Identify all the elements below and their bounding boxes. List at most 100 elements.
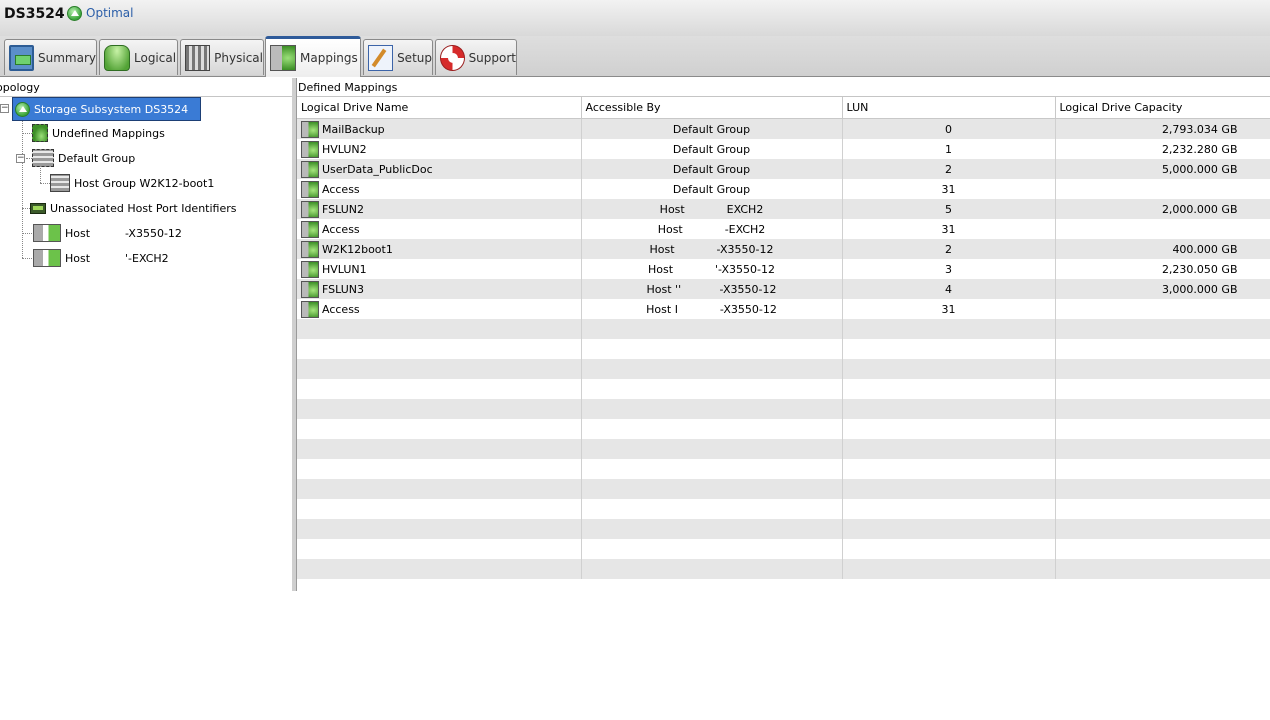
tab-support[interactable]: Support <box>435 39 517 75</box>
empty-cell <box>297 359 582 379</box>
empty-cell <box>297 539 582 559</box>
empty-cell <box>581 399 843 419</box>
empty-cell <box>1055 539 1270 559</box>
cell-lun: 2 <box>842 239 1056 259</box>
collapse-subsystem-toggle[interactable]: − <box>0 104 9 113</box>
cell-accessible-by: Host EXCH2 <box>581 199 843 219</box>
mappings-table-body: MailBackup Default Group 0 2,793.034 GB HVLU… <box>297 118 1270 579</box>
cell-lun: 31 <box>842 299 1056 319</box>
table-row[interactable]: UserData_PublicDoc Default Group 2 5,000.00… <box>297 159 1270 179</box>
tab-setup[interactable]: Setup <box>363 39 433 75</box>
empty-cell <box>842 339 1056 359</box>
drive-name: Access <box>322 222 360 236</box>
table-row[interactable]: Access Default Group 31 <box>297 179 1270 199</box>
tab-logical[interactable]: Logical <box>99 39 178 75</box>
cell-capacity: 5,000.000 GB <box>1055 159 1270 179</box>
cell-drive-name: Access <box>297 219 582 239</box>
table-row[interactable]: Access Host -EXCH2 31 <box>297 219 1270 239</box>
empty-cell <box>297 339 582 359</box>
empty-cell <box>297 559 582 579</box>
host-group-icon <box>50 174 70 192</box>
drive-name: UserData_PublicDoc <box>322 162 433 176</box>
empty-table-row <box>297 319 1270 339</box>
empty-cell <box>297 459 582 479</box>
tree-connector <box>22 258 32 259</box>
table-row[interactable]: FSLUN3 Host '' -X3550-12 4 3,000.000 GB <box>297 279 1270 299</box>
storage-subsystem-icon <box>15 101 30 117</box>
tree-item-unassociated-ports[interactable]: Unassociated Host Port Identifiers <box>30 199 237 217</box>
empty-cell <box>842 559 1056 579</box>
cell-accessible-by: Host -X3550-12 <box>581 239 843 259</box>
tree-item-undefined-mappings[interactable]: Undefined Mappings <box>32 124 165 142</box>
cell-capacity <box>1055 219 1270 239</box>
empty-table-row <box>297 379 1270 399</box>
tree-item-label: Undefined Mappings <box>52 126 165 140</box>
status-indicator[interactable]: Optimal <box>67 5 133 21</box>
empty-cell <box>842 459 1056 479</box>
cell-lun: 5 <box>842 199 1056 219</box>
collapse-default-group-toggle[interactable]: − <box>16 154 25 163</box>
tree-item-label: Default Group <box>58 151 136 165</box>
cell-accessible-by: Host '' -X3550-12 <box>581 279 843 299</box>
tree-item-host-exch2[interactable]: Host '-EXCH2 <box>33 249 169 267</box>
table-row[interactable]: MailBackup Default Group 0 2,793.034 GB <box>297 118 1270 139</box>
tab-summary[interactable]: Summary <box>4 39 97 75</box>
tab-physical[interactable]: Physical <box>180 39 264 75</box>
tree-item-host-x3550[interactable]: Host -X3550-12 <box>33 224 182 242</box>
cell-drive-name: W2K12boot1 <box>297 239 582 259</box>
drive-name: MailBackup <box>322 122 385 136</box>
cell-drive-name: UserData_PublicDoc <box>297 159 582 179</box>
cell-lun: 31 <box>842 179 1056 199</box>
tree-connector <box>22 133 32 134</box>
logical-drive-icon <box>301 180 319 198</box>
status-label[interactable]: Optimal <box>86 6 133 20</box>
empty-cell <box>1055 519 1270 539</box>
empty-cell <box>297 479 582 499</box>
cell-lun: 4 <box>842 279 1056 299</box>
host-icon <box>33 224 61 242</box>
empty-cell <box>1055 319 1270 339</box>
empty-table-row <box>297 479 1270 499</box>
empty-cell <box>297 319 582 339</box>
tree-item-label: Unassociated Host Port Identifiers <box>50 201 237 215</box>
summary-icon <box>9 44 34 71</box>
mappings-table-container: Logical Drive Name Accessible By LUN Log… <box>297 96 1270 592</box>
empty-cell <box>297 379 582 399</box>
empty-cell <box>842 499 1056 519</box>
table-row[interactable]: W2K12boot1 Host -X3550-12 2 400.000 GB <box>297 239 1270 259</box>
column-header-capacity[interactable]: Logical Drive Capacity <box>1055 97 1270 119</box>
empty-cell <box>1055 339 1270 359</box>
empty-cell <box>581 339 843 359</box>
tree-item-label: Host -X3550-12 <box>65 226 182 240</box>
cell-accessible-by: Default Group <box>581 139 843 159</box>
empty-cell <box>1055 499 1270 519</box>
drive-name: HVLUN1 <box>322 262 367 276</box>
optimal-status-icon <box>67 5 82 21</box>
table-row[interactable]: HVLUN1 Host '-X3550-12 3 2,230.050 GB <box>297 259 1270 279</box>
tab-mappings[interactable]: Mappings <box>265 36 361 77</box>
empty-cell <box>842 439 1056 459</box>
empty-table-row <box>297 339 1270 359</box>
tree-item-storage-subsystem[interactable]: Storage Subsystem DS3524 <box>12 97 202 121</box>
empty-cell <box>1055 559 1270 579</box>
column-header-lun[interactable]: LUN <box>842 97 1056 119</box>
table-row[interactable]: FSLUN2 Host EXCH2 5 2,000.000 GB <box>297 199 1270 219</box>
table-row[interactable]: Access Host I -X3550-12 31 <box>297 299 1270 319</box>
column-header-name[interactable]: Logical Drive Name <box>297 97 582 119</box>
empty-cell <box>581 439 843 459</box>
host-icon <box>33 249 61 267</box>
empty-cell <box>842 359 1056 379</box>
tree-item-default-group[interactable]: Default Group <box>32 149 135 167</box>
tree-item-host-group[interactable]: Host Group W2K12-boot1 <box>50 174 214 192</box>
column-header-accessible-by[interactable]: Accessible By <box>581 97 843 119</box>
table-row[interactable]: HVLUN2 Default Group 1 2,232.280 GB <box>297 139 1270 159</box>
tree-connector <box>22 208 30 209</box>
cell-lun: 2 <box>842 159 1056 179</box>
tab-mappings-label: Mappings <box>300 51 358 65</box>
cell-lun: 0 <box>842 118 1056 139</box>
tree-item-label: Storage Subsystem DS3524 <box>34 102 189 116</box>
tab-logical-label: Logical <box>134 50 177 65</box>
cell-lun: 31 <box>842 219 1056 239</box>
cell-capacity: 2,793.034 GB <box>1055 118 1270 139</box>
tree-connector <box>40 166 41 183</box>
